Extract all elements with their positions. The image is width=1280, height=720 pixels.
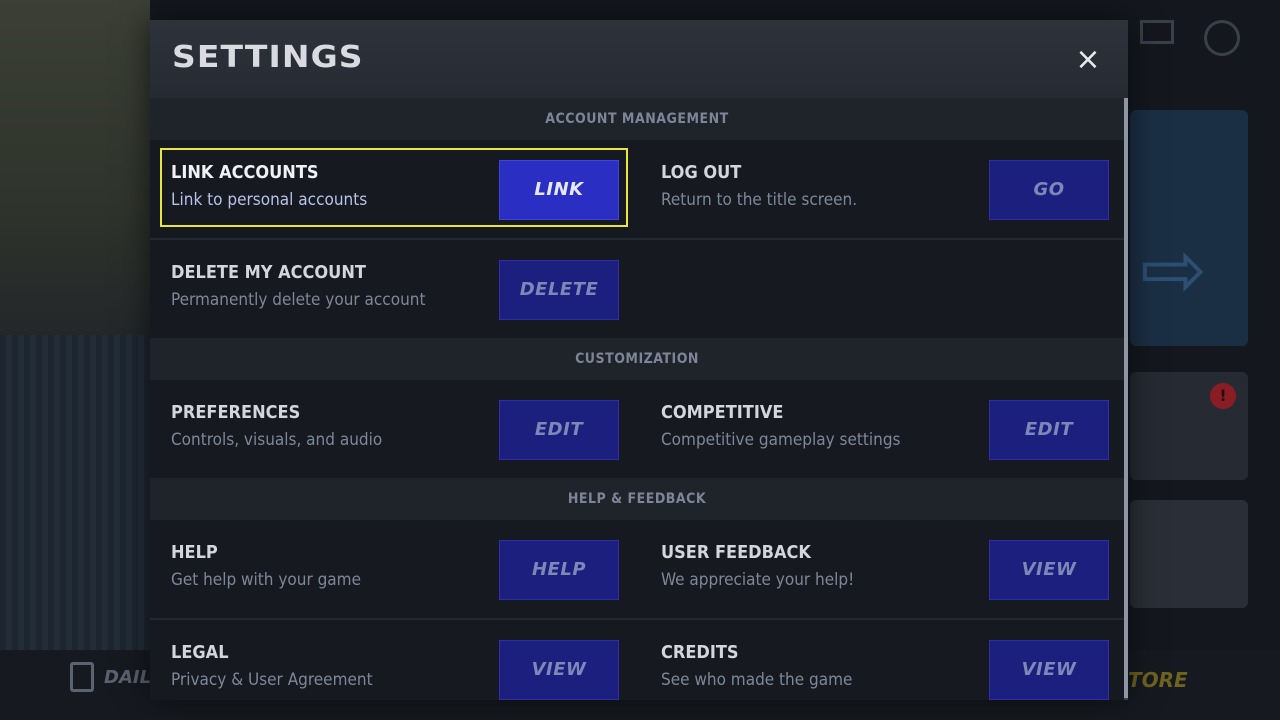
setting-description: Return to the title screen. bbox=[661, 190, 858, 210]
setting-label: PREFERENCES bbox=[171, 402, 301, 423]
mail-icon bbox=[1140, 20, 1174, 44]
setting-label: LINK ACCOUNTS bbox=[171, 162, 319, 183]
modal-header: SETTINGS × bbox=[150, 20, 1128, 98]
setting-label: DELETE MY ACCOUNT bbox=[171, 262, 366, 283]
section-header-account-management: ACCOUNT MANAGEMENT bbox=[150, 98, 1124, 140]
setting-description: We appreciate your help! bbox=[661, 570, 855, 590]
settings-row: PREFERENCES Controls, visuals, and audio… bbox=[150, 380, 1124, 480]
view-button[interactable]: VIEW bbox=[499, 640, 619, 700]
view-button[interactable]: VIEW bbox=[989, 640, 1109, 700]
close-icon[interactable]: × bbox=[1070, 42, 1106, 78]
setting-label: CREDITS bbox=[661, 642, 739, 663]
scrollbar[interactable] bbox=[1124, 98, 1128, 700]
setting-description: Competitive gameplay settings bbox=[661, 430, 901, 450]
setting-description: Controls, visuals, and audio bbox=[171, 430, 383, 450]
go-button[interactable]: GO bbox=[989, 160, 1109, 220]
setting-label: LOG OUT bbox=[661, 162, 742, 183]
setting-label: USER FEEDBACK bbox=[661, 542, 811, 563]
setting-help[interactable]: HELP Get help with your game HELP bbox=[150, 520, 630, 618]
daily-label: DAIL bbox=[104, 666, 152, 688]
settings-modal: SETTINGS × ACCOUNT MANAGEMENT LINK ACCOU… bbox=[150, 20, 1128, 700]
background-card bbox=[1130, 500, 1248, 608]
background-left-stripes bbox=[0, 335, 150, 655]
setting-description: Permanently delete your account bbox=[171, 290, 426, 310]
setting-user-feedback[interactable]: USER FEEDBACK We appreciate your help! V… bbox=[640, 520, 1120, 618]
settings-content[interactable]: ACCOUNT MANAGEMENT LINK ACCOUNTS Link to… bbox=[150, 98, 1124, 700]
delete-button[interactable]: DELETE bbox=[499, 260, 619, 320]
edit-button[interactable]: EDIT bbox=[499, 400, 619, 460]
background-right-column: ⇨ bbox=[1128, 100, 1280, 650]
setting-delete-account[interactable]: DELETE MY ACCOUNT Permanently delete you… bbox=[150, 240, 630, 338]
setting-label: LEGAL bbox=[171, 642, 229, 663]
settings-row: HELP Get help with your game HELP USER F… bbox=[150, 520, 1124, 620]
modal-title: SETTINGS bbox=[172, 40, 364, 75]
background-daily-tab: DAIL bbox=[70, 662, 151, 692]
home-icon bbox=[1204, 20, 1240, 56]
background-left-panel bbox=[0, 0, 150, 335]
setting-description: Privacy & User Agreement bbox=[171, 670, 373, 690]
setting-link-accounts[interactable]: LINK ACCOUNTS Link to personal accounts … bbox=[150, 140, 630, 238]
setting-competitive[interactable]: COMPETITIVE Competitive gameplay setting… bbox=[640, 380, 1120, 478]
edit-button[interactable]: EDIT bbox=[989, 400, 1109, 460]
section-header-customization: CUSTOMIZATION bbox=[150, 338, 1124, 380]
background-card: ⇨ bbox=[1130, 110, 1248, 346]
setting-preferences[interactable]: PREFERENCES Controls, visuals, and audio… bbox=[150, 380, 630, 478]
settings-row: DELETE MY ACCOUNT Permanently delete you… bbox=[150, 240, 1124, 340]
settings-row: LINK ACCOUNTS Link to personal accounts … bbox=[150, 140, 1124, 240]
arrow-icon: ⇨ bbox=[1140, 223, 1208, 316]
setting-legal[interactable]: LEGAL Privacy & User Agreement VIEW bbox=[150, 620, 630, 700]
setting-label: HELP bbox=[171, 542, 218, 563]
link-button[interactable]: LINK bbox=[499, 160, 619, 220]
settings-row: LEGAL Privacy & User Agreement VIEW CRED… bbox=[150, 620, 1124, 700]
setting-credits[interactable]: CREDITS See who made the game VIEW bbox=[640, 620, 1120, 700]
help-button[interactable]: HELP bbox=[499, 540, 619, 600]
section-header-help-feedback: HELP & FEEDBACK bbox=[150, 478, 1124, 520]
view-button[interactable]: VIEW bbox=[989, 540, 1109, 600]
background-top-icons bbox=[1140, 20, 1240, 56]
setting-description: Link to personal accounts bbox=[171, 190, 368, 210]
setting-description: See who made the game bbox=[661, 670, 853, 690]
background-store-label: TORE bbox=[1128, 668, 1188, 692]
clipboard-icon bbox=[70, 662, 94, 692]
setting-log-out[interactable]: LOG OUT Return to the title screen. GO bbox=[640, 140, 1120, 238]
alert-badge-icon: ! bbox=[1210, 383, 1236, 409]
setting-description: Get help with your game bbox=[171, 570, 361, 590]
setting-label: COMPETITIVE bbox=[661, 402, 784, 423]
scrollbar-thumb[interactable] bbox=[1124, 98, 1128, 698]
